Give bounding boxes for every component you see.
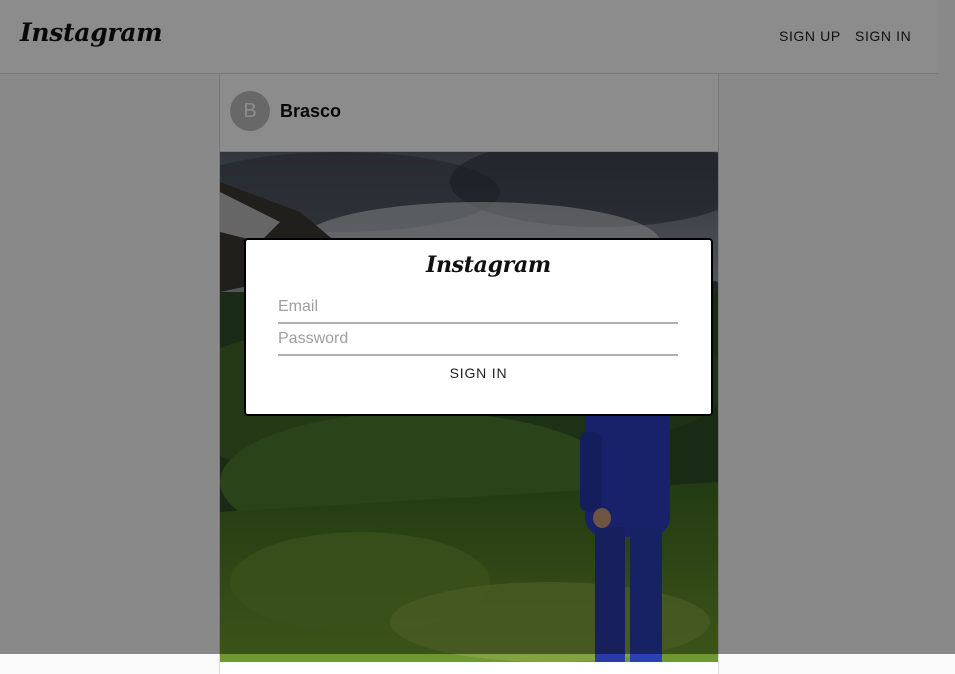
email-input[interactable] bbox=[278, 292, 678, 324]
modal-instagram-logo: Instagram bbox=[426, 252, 551, 278]
sign-in-modal: Instagram SIGN IN bbox=[244, 238, 713, 416]
password-input[interactable] bbox=[278, 324, 678, 356]
modal-sign-in-button[interactable]: SIGN IN bbox=[246, 365, 711, 381]
